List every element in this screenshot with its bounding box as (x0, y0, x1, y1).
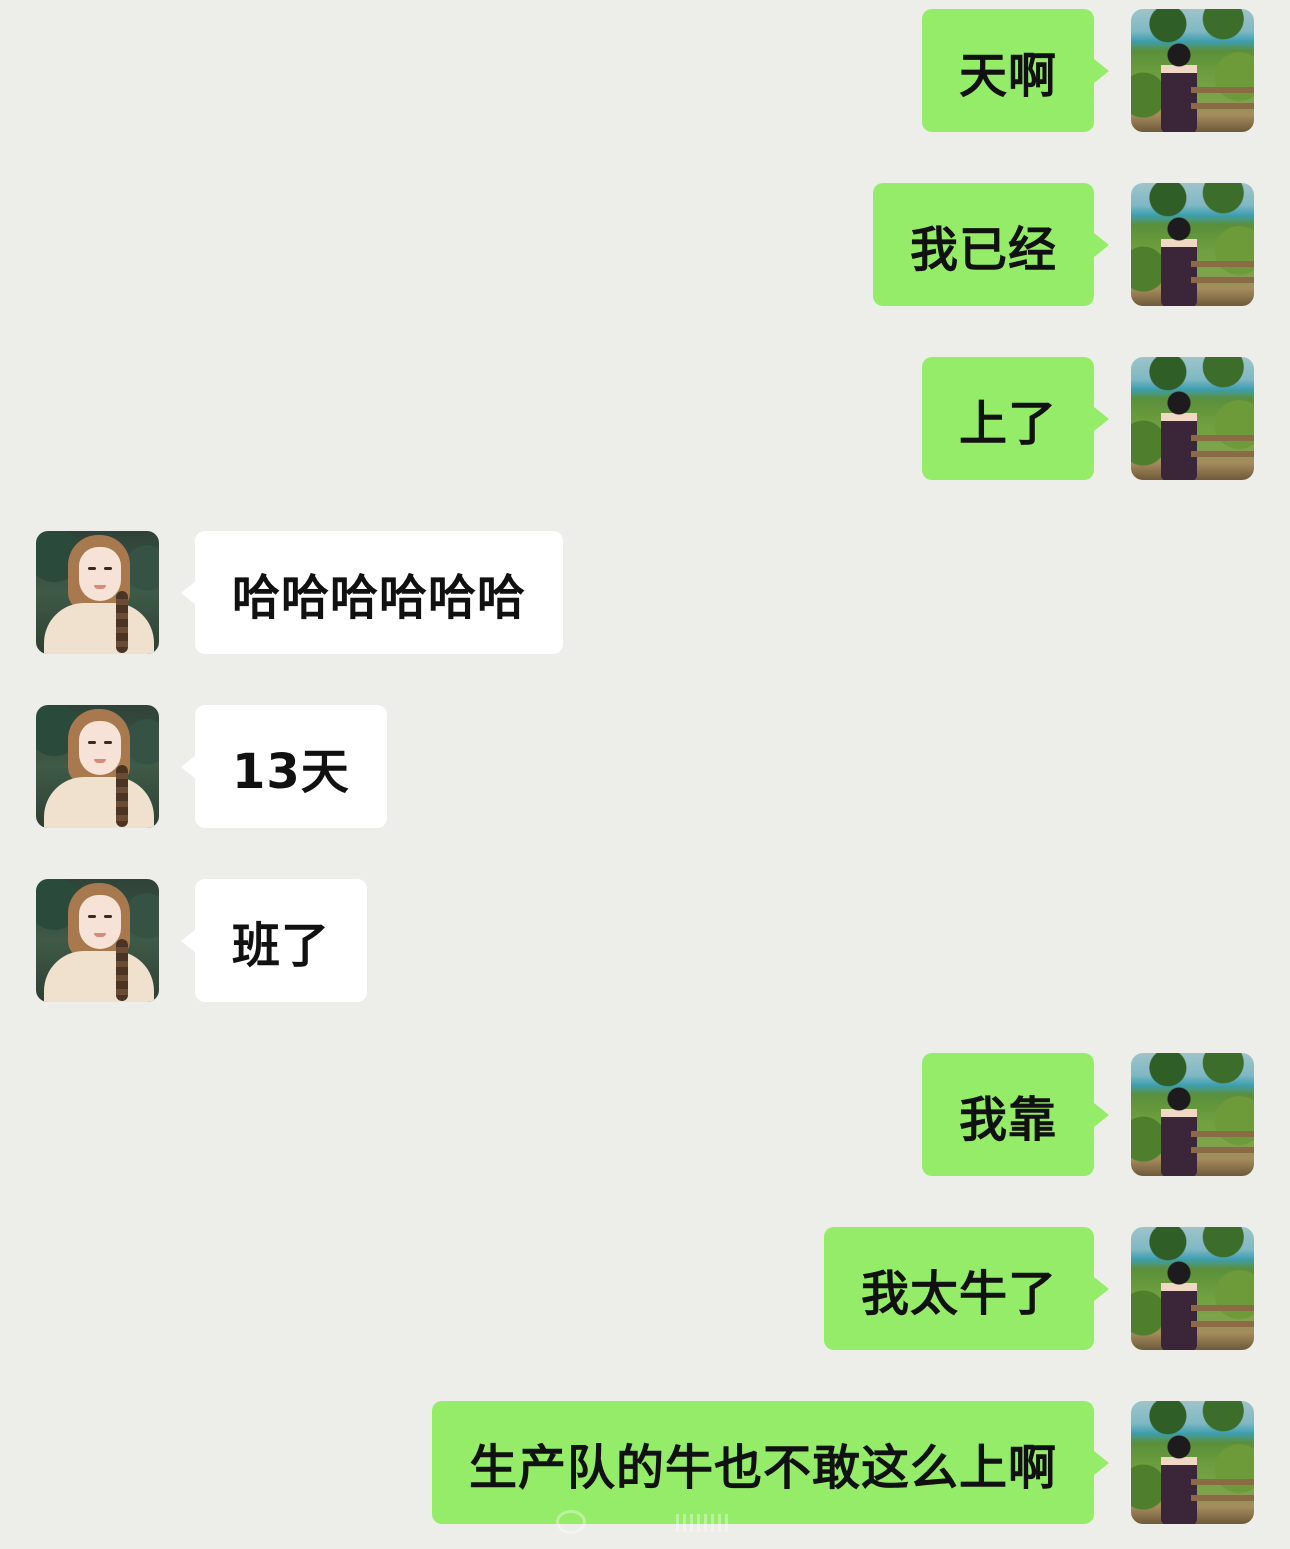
contact-avatar[interactable] (36, 879, 159, 1002)
message-bubble-sent[interactable]: 天啊 (921, 9, 1094, 132)
my-avatar[interactable] (1131, 1227, 1254, 1350)
bubble-tail (1094, 59, 1109, 83)
chat-conversation: 天啊 我已经 上了 哈哈哈哈哈哈 13天 班了 我靠 我太牛了 生产队的牛也不敢… (0, 0, 1290, 1549)
message-row-received: 哈哈哈哈哈哈 (0, 531, 1290, 655)
bubble-tail (1094, 407, 1109, 431)
message-bubble-received[interactable]: 哈哈哈哈哈哈 (195, 531, 564, 654)
my-avatar[interactable] (1131, 357, 1254, 480)
bubble-tail (181, 755, 196, 779)
contact-avatar[interactable] (36, 531, 159, 654)
my-avatar[interactable] (1131, 1053, 1254, 1176)
message-bubble-received[interactable]: 班了 (195, 879, 368, 1002)
my-avatar[interactable] (1131, 1401, 1254, 1524)
watermark (556, 1510, 736, 1534)
message-row-sent: 天啊 (0, 9, 1290, 133)
message-bubble-sent[interactable]: 上了 (921, 357, 1094, 480)
message-bubble-sent[interactable]: 生产队的牛也不敢这么上啊 (431, 1401, 1094, 1524)
message-row-received: 班了 (0, 879, 1290, 1003)
message-row-sent: 我靠 (0, 1053, 1290, 1177)
message-row-received: 13天 (0, 705, 1290, 829)
message-row-sent: 上了 (0, 357, 1290, 481)
message-bubble-sent[interactable]: 我靠 (921, 1053, 1094, 1176)
message-bubble-sent[interactable]: 我太牛了 (823, 1227, 1094, 1350)
message-row-sent: 生产队的牛也不敢这么上啊 (0, 1401, 1290, 1525)
bubble-tail (1094, 233, 1109, 257)
message-row-sent: 我已经 (0, 183, 1290, 307)
bubble-tail (1094, 1451, 1109, 1475)
my-avatar[interactable] (1131, 9, 1254, 132)
message-bubble-sent[interactable]: 我已经 (872, 183, 1094, 306)
my-avatar[interactable] (1131, 183, 1254, 306)
message-bubble-received[interactable]: 13天 (195, 705, 387, 828)
contact-avatar[interactable] (36, 705, 159, 828)
message-row-sent: 我太牛了 (0, 1227, 1290, 1351)
bubble-tail (1094, 1103, 1109, 1127)
bubble-tail (181, 581, 196, 605)
bubble-tail (1094, 1277, 1109, 1301)
bubble-tail (181, 929, 196, 953)
